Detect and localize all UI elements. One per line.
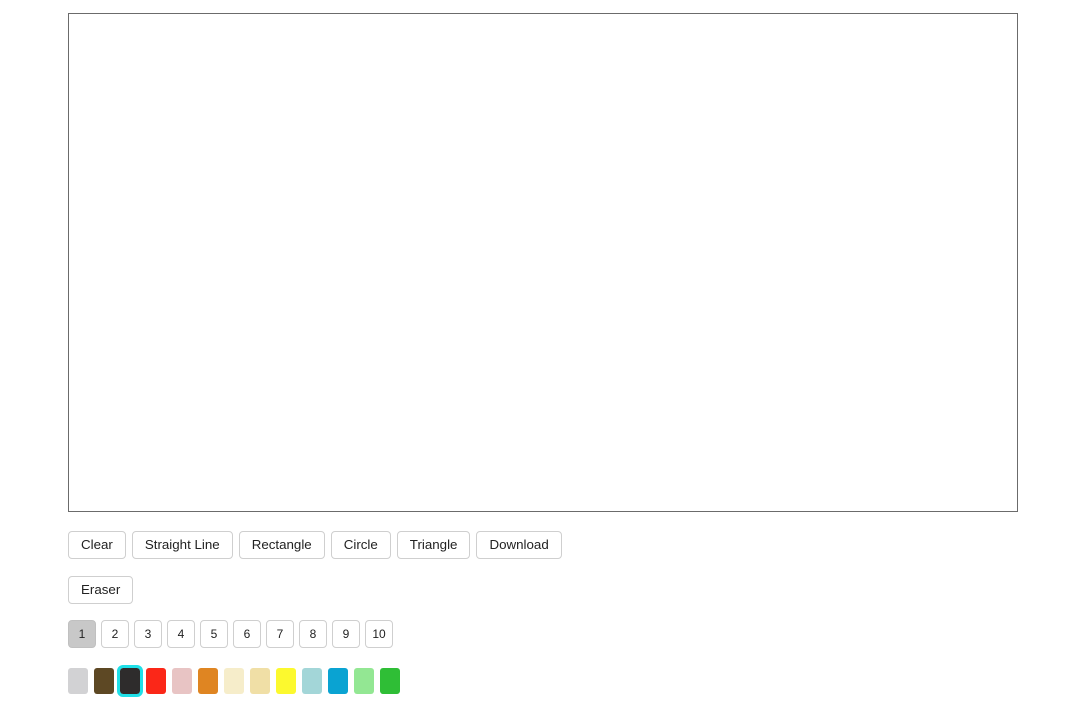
straight-line-button[interactable]: Straight Line bbox=[131, 531, 233, 559]
brush-size-7-button[interactable]: 7 bbox=[266, 620, 294, 648]
color-swatch-azure-blue[interactable] bbox=[328, 668, 348, 694]
clear-button[interactable]: Clear bbox=[68, 531, 126, 559]
brush-size-3-button[interactable]: 3 bbox=[134, 620, 162, 648]
primary-toolbar: Clear Straight Line Rectangle Circle Triangl… bbox=[68, 531, 562, 559]
brush-size-5-button[interactable]: 5 bbox=[200, 620, 228, 648]
color-swatch-wheat[interactable] bbox=[250, 668, 270, 694]
color-palette bbox=[68, 665, 400, 697]
triangle-button[interactable]: Triangle bbox=[396, 531, 471, 559]
color-swatch-light-green[interactable] bbox=[354, 668, 374, 694]
brush-size-2-button[interactable]: 2 bbox=[101, 620, 129, 648]
color-swatch-green[interactable] bbox=[380, 668, 400, 694]
color-swatch-light-gray[interactable] bbox=[68, 668, 88, 694]
color-swatch-dark-brown[interactable] bbox=[94, 668, 114, 694]
brush-size-1-button[interactable]: 1 bbox=[68, 620, 96, 648]
rectangle-button[interactable]: Rectangle bbox=[238, 531, 325, 559]
color-swatch-ivory[interactable] bbox=[224, 668, 244, 694]
secondary-toolbar: Eraser bbox=[68, 576, 134, 604]
color-swatch-dusty-pink[interactable] bbox=[172, 668, 192, 694]
brush-size-10-button[interactable]: 10 bbox=[365, 620, 393, 648]
brush-size-toolbar: 1 2 3 4 5 6 7 8 9 10 bbox=[68, 620, 393, 648]
color-swatch-red[interactable] bbox=[146, 668, 166, 694]
brush-size-8-button[interactable]: 8 bbox=[299, 620, 327, 648]
brush-size-4-button[interactable]: 4 bbox=[167, 620, 195, 648]
color-swatch-orange[interactable] bbox=[198, 668, 218, 694]
color-swatch-yellow[interactable] bbox=[276, 668, 296, 694]
circle-button[interactable]: Circle bbox=[330, 531, 391, 559]
download-button[interactable]: Download bbox=[476, 531, 562, 559]
color-swatch-pale-aqua[interactable] bbox=[302, 668, 322, 694]
brush-size-9-button[interactable]: 9 bbox=[332, 620, 360, 648]
brush-size-6-button[interactable]: 6 bbox=[233, 620, 261, 648]
color-swatch-near-black[interactable] bbox=[117, 665, 143, 697]
drawing-canvas[interactable] bbox=[68, 13, 1018, 512]
eraser-button[interactable]: Eraser bbox=[68, 576, 134, 604]
